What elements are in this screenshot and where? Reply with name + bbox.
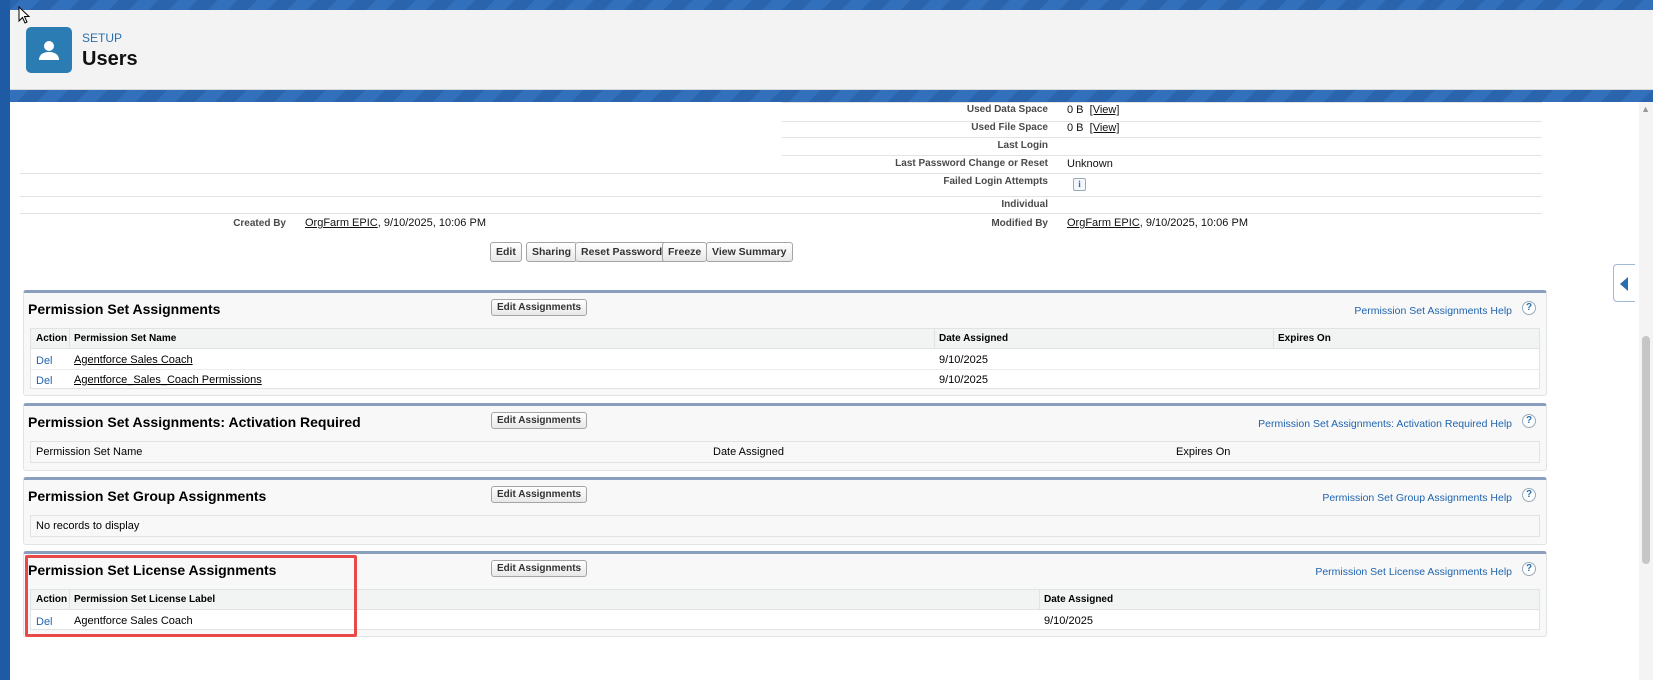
edit-assignments-button[interactable]: Edit Assignments — [491, 486, 588, 503]
column-divider — [69, 329, 70, 349]
used-file-space-label: Used File Space — [971, 122, 1048, 133]
edit-assignments-button[interactable]: Edit Assignments — [491, 560, 588, 577]
last-password-change-value: Unknown — [1067, 158, 1113, 170]
used-data-space-label: Used Data Space — [966, 104, 1048, 115]
column-header: Expires On — [1278, 333, 1331, 344]
created-by-date: , 9/10/2025, 10:06 PM — [377, 217, 486, 229]
highlight-box — [25, 555, 357, 637]
section-title: Permission Set Assignments — [28, 301, 221, 317]
column-header: Permission Set Name — [74, 333, 177, 344]
help-link[interactable]: Permission Set Assignments Help — [1354, 305, 1512, 317]
edit-assignments-button[interactable]: Edit Assignments — [491, 299, 588, 316]
help-link[interactable]: Permission Set License Assignments Help — [1315, 566, 1512, 578]
help-icon[interactable]: ? — [1522, 301, 1536, 315]
date-assigned: 9/10/2025 — [1044, 615, 1093, 627]
modified-by-label: Modified By — [991, 218, 1048, 229]
row-divider — [31, 369, 1539, 370]
last-login-label: Last Login — [997, 140, 1048, 151]
empty-message: No records to display — [36, 520, 140, 532]
edit-assignments-button[interactable]: Edit Assignments — [491, 412, 588, 429]
created-by-label: Created By — [233, 218, 286, 229]
page-title: Users — [82, 48, 138, 70]
modified-by-user-link[interactable]: OrgFarm EPIC — [1067, 217, 1140, 229]
scroll-up-arrow-icon[interactable]: ▲ — [1641, 104, 1650, 114]
mouse-cursor-icon — [18, 6, 31, 24]
permission-set-group-section: Permission Set Group Assignments Edit As… — [23, 477, 1547, 545]
column-header: Permission Set Name — [36, 446, 143, 458]
column-header: Action — [36, 333, 68, 344]
date-assigned: 9/10/2025 — [939, 374, 988, 386]
activation-required-section: Permission Set Assignments: Activation R… — [23, 403, 1547, 471]
column-header: Date Assigned — [939, 333, 1009, 344]
help-icon[interactable]: ? — [1522, 488, 1536, 502]
help-icon[interactable]: ? — [1522, 414, 1536, 428]
column-divider — [1273, 329, 1274, 349]
column-divider — [1039, 590, 1040, 610]
info-icon[interactable]: i — [1073, 178, 1086, 191]
view-summary-button[interactable]: View Summary — [706, 242, 793, 262]
column-divider — [934, 329, 935, 349]
table-header: Action Permission Set Name Date Assigned… — [31, 329, 1539, 349]
del-link[interactable]: Del — [36, 375, 53, 387]
scroll-thumb[interactable] — [1642, 336, 1650, 564]
collapse-panel-button[interactable] — [1613, 264, 1635, 302]
section-title: Permission Set Group Assignments — [28, 488, 267, 504]
caret-left-icon — [1620, 277, 1628, 291]
divider — [782, 155, 1542, 156]
created-by-user-link[interactable]: OrgFarm EPIC — [305, 217, 378, 229]
help-link[interactable]: Permission Set Assignments: Activation R… — [1258, 418, 1512, 430]
used-data-space-amount: 0 B — [1067, 104, 1084, 116]
modified-by-date: , 9/10/2025, 10:06 PM — [1139, 217, 1248, 229]
group-table: No records to display — [30, 515, 1540, 537]
activation-table: Permission Set Name Date Assigned Expire… — [30, 441, 1540, 463]
permission-set-link[interactable]: Agentforce_Sales_Coach Permissions — [74, 374, 262, 386]
used-data-space-view-link[interactable]: [View] — [1090, 104, 1120, 116]
divider — [782, 102, 1542, 103]
last-password-change-label: Last Password Change or Reset — [895, 158, 1048, 169]
sharing-button[interactable]: Sharing — [526, 242, 578, 262]
divider — [20, 173, 1542, 174]
breadcrumb-setup[interactable]: SETUP — [82, 31, 122, 45]
user-icon — [26, 27, 72, 73]
vertical-scrollbar[interactable]: ▲ — [1639, 102, 1653, 680]
help-icon[interactable]: ? — [1522, 562, 1536, 576]
freeze-button[interactable]: Freeze — [662, 242, 708, 262]
column-header: Date Assigned — [1044, 594, 1114, 605]
date-assigned: 9/10/2025 — [939, 354, 988, 366]
failed-login-attempts-label: Failed Login Attempts — [943, 176, 1048, 187]
del-link[interactable]: Del — [36, 355, 53, 367]
column-header: Expires On — [1176, 446, 1231, 458]
created-by-value: OrgFarm EPIC, 9/10/2025, 10:06 PM — [305, 217, 486, 229]
section-title: Permission Set Assignments: Activation R… — [28, 414, 361, 430]
help-link[interactable]: Permission Set Group Assignments Help — [1322, 492, 1512, 504]
used-file-space-value: 0 B [View] — [1067, 122, 1119, 134]
permission-set-table: Action Permission Set Name Date Assigned… — [30, 328, 1540, 389]
modified-by-value: OrgFarm EPIC, 9/10/2025, 10:06 PM — [1067, 217, 1248, 229]
edit-button[interactable]: Edit — [490, 242, 522, 262]
column-header: Date Assigned — [713, 446, 784, 458]
reset-password-button[interactable]: Reset Password — [575, 242, 669, 262]
divider — [782, 137, 1542, 138]
used-file-space-amount: 0 B — [1067, 122, 1084, 134]
divider — [20, 213, 1542, 214]
used-file-space-view-link[interactable]: [View] — [1090, 122, 1120, 134]
permission-set-link[interactable]: Agentforce Sales Coach — [74, 354, 193, 366]
permission-set-assignments-section: Permission Set Assignments Edit Assignme… — [23, 290, 1547, 396]
individual-label: Individual — [1001, 199, 1048, 210]
used-data-space-value: 0 B [View] — [1067, 104, 1119, 116]
left-edge — [0, 0, 10, 680]
page-header: SETUP Users — [10, 10, 1653, 90]
divider — [20, 196, 1542, 197]
